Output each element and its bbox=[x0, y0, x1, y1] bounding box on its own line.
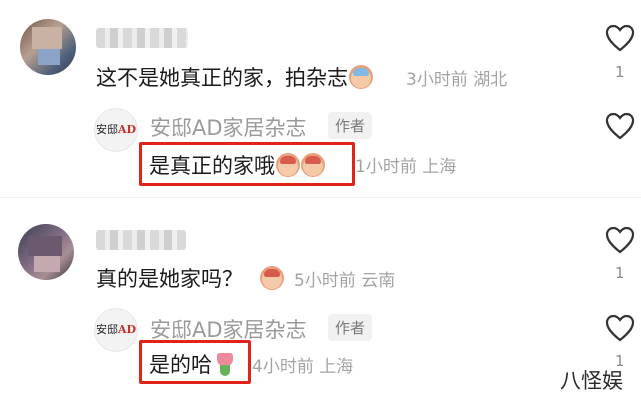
reply-meta: 4小时前 上海 bbox=[252, 352, 353, 377]
heart-icon[interactable] bbox=[605, 112, 635, 140]
laughing-crying-face-emoji-icon bbox=[349, 65, 373, 89]
watermark: 八怪娱 bbox=[560, 369, 623, 393]
author-badge: 作者 bbox=[328, 112, 373, 139]
shy-face-emoji-icon bbox=[260, 266, 284, 290]
reply-meta: 1小时前 上海 bbox=[355, 152, 456, 177]
avatar[interactable] bbox=[18, 224, 74, 280]
brand-avatar[interactable]: 安邸AD bbox=[94, 108, 138, 152]
brand-logo-text: 安邸 bbox=[95, 123, 118, 136]
reply-location: 上海 bbox=[319, 357, 354, 377]
highlight-box bbox=[139, 142, 355, 186]
heart-icon[interactable] bbox=[605, 226, 635, 254]
like-count: 1 bbox=[615, 264, 625, 282]
comment-meta: 5小时前 云南 bbox=[294, 266, 395, 291]
brand-logo-accent: AD bbox=[117, 123, 137, 136]
comment-text: 这不是她真正的家，拍杂志 bbox=[96, 62, 373, 92]
comment-text-content: 这不是她真正的家，拍杂志 bbox=[96, 66, 348, 90]
brand-avatar[interactable]: 安邸AD bbox=[94, 308, 138, 352]
like-count: 1 bbox=[615, 63, 625, 81]
reply-time: 1小时前 bbox=[355, 157, 417, 177]
avatar[interactable] bbox=[20, 19, 76, 75]
brand-logo-text: 安邸 bbox=[95, 323, 118, 336]
heart-icon[interactable] bbox=[605, 314, 635, 342]
comment-meta: 3小时前 湖北 bbox=[406, 65, 507, 90]
reply-author-name[interactable]: 安邸AD家居杂志 bbox=[150, 112, 307, 142]
brand-logo-accent: AD bbox=[117, 323, 137, 336]
heart-icon[interactable] bbox=[605, 24, 635, 52]
divider bbox=[0, 197, 641, 198]
comment-location: 云南 bbox=[361, 271, 396, 291]
comment-text: 真的是她家吗？ bbox=[96, 263, 284, 293]
author-badge: 作者 bbox=[328, 314, 373, 341]
comment-time: 5小时前 bbox=[294, 271, 356, 291]
comment-time: 3小时前 bbox=[406, 70, 468, 90]
reply-location: 上海 bbox=[422, 157, 457, 177]
comment-location: 湖北 bbox=[473, 70, 508, 90]
highlight-box bbox=[139, 340, 251, 384]
username-blurred[interactable] bbox=[96, 28, 188, 48]
comment-text-content: 真的是她家吗？ bbox=[96, 267, 243, 291]
reply-time: 4小时前 bbox=[252, 357, 314, 377]
username-blurred[interactable] bbox=[96, 230, 186, 250]
